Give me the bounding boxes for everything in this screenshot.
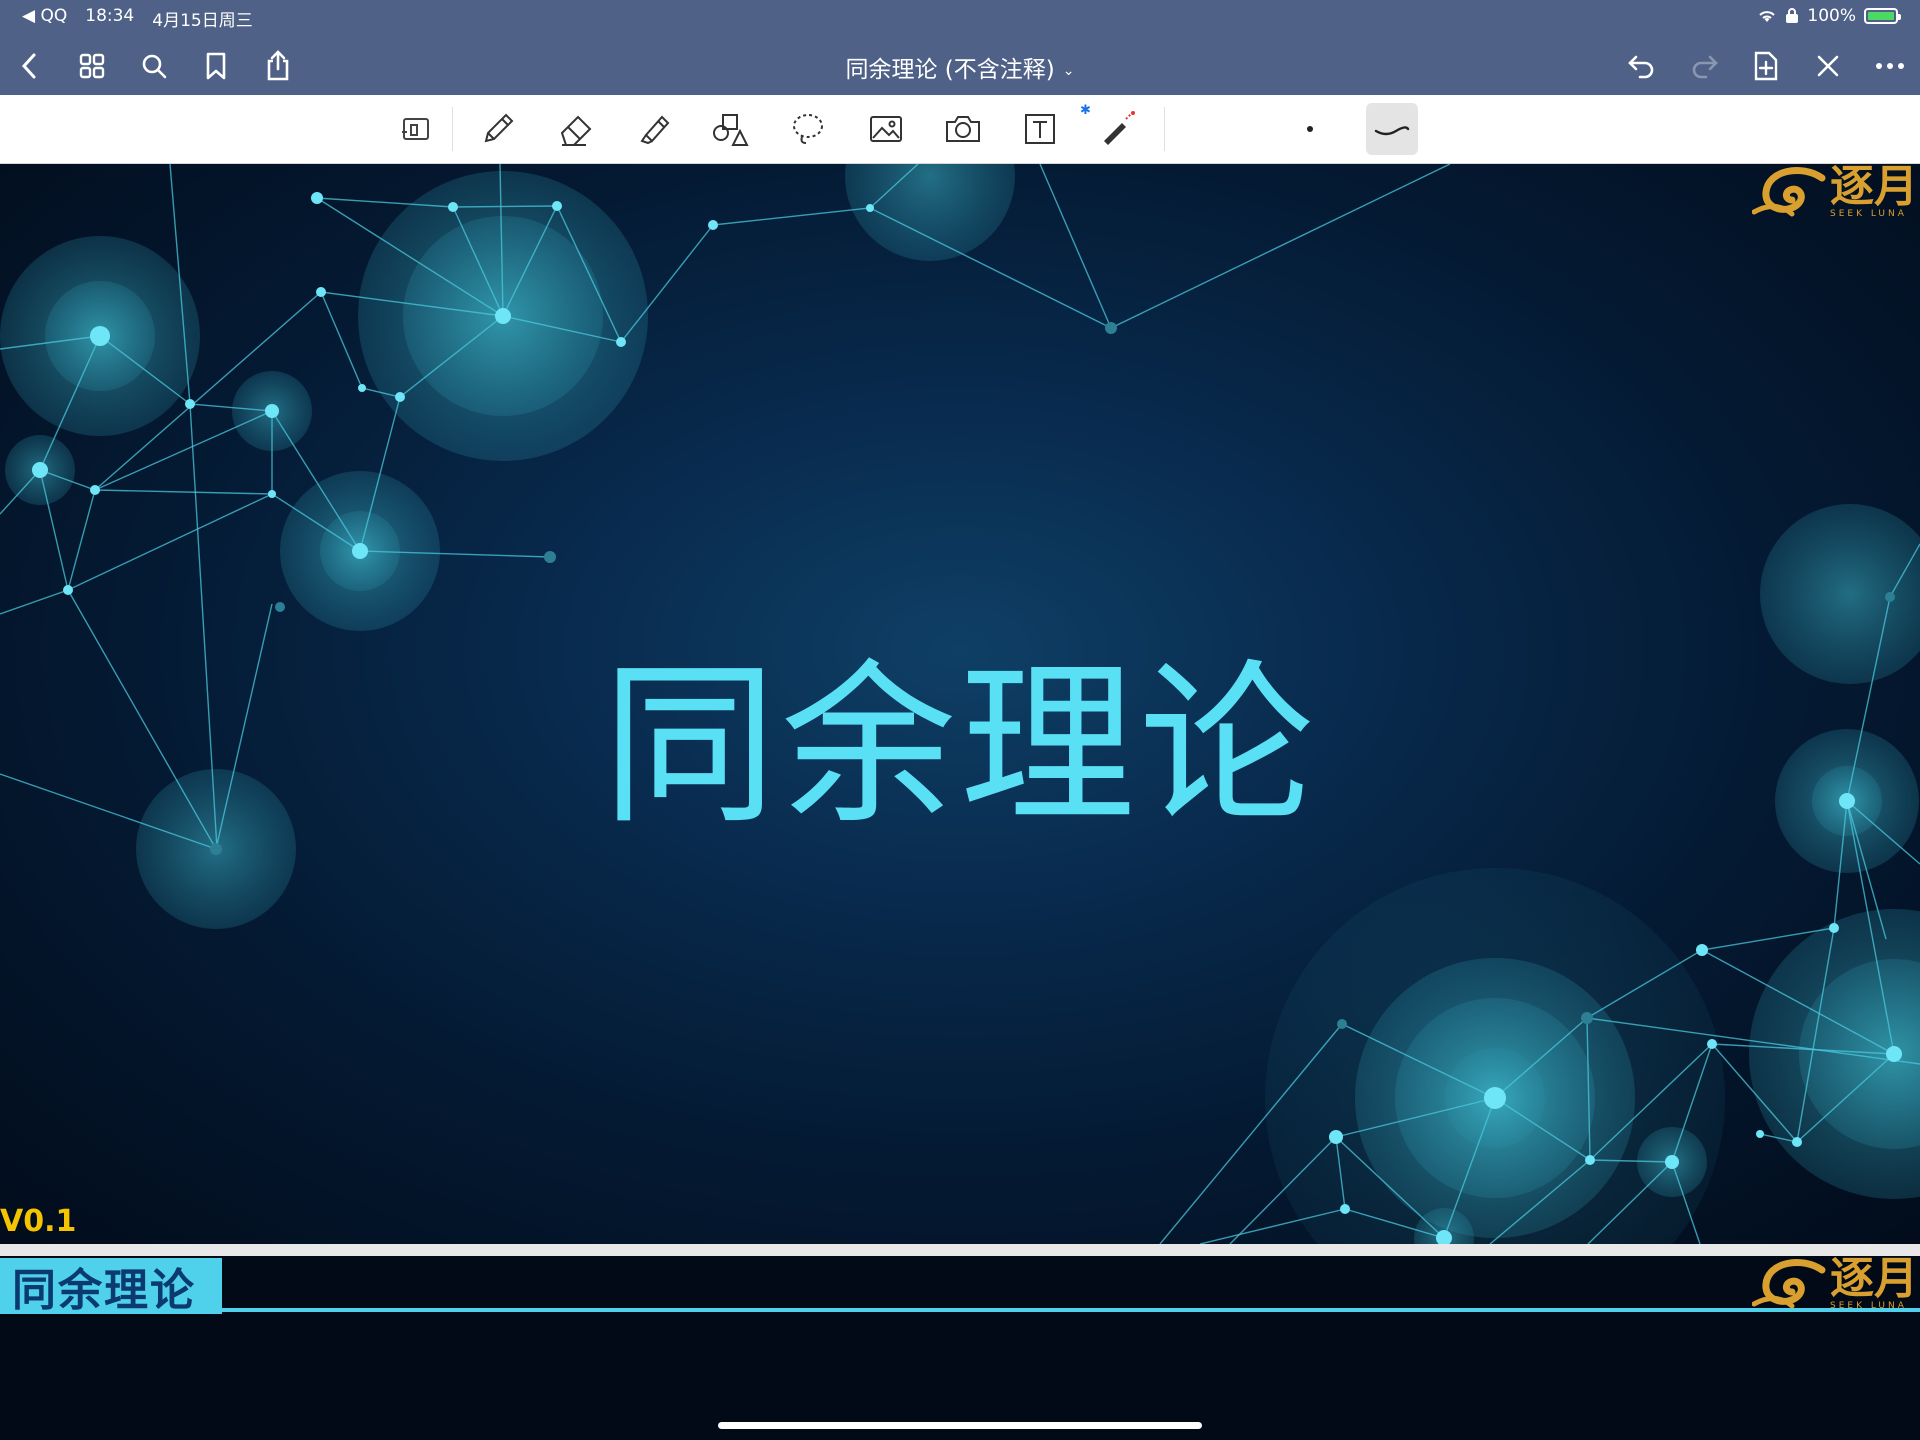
undo-icon bbox=[1628, 55, 1654, 79]
highlighter-icon bbox=[640, 115, 670, 145]
logo-chinese-text: 逐月 bbox=[1830, 164, 1918, 212]
section-header-title: 同余理论 bbox=[12, 1265, 196, 1316]
section-header-rule bbox=[222, 1308, 1920, 1312]
battery-icon bbox=[1864, 8, 1901, 24]
stroke-size-option[interactable] bbox=[1286, 105, 1334, 153]
pen-tool[interactable] bbox=[474, 105, 522, 153]
add-page-icon bbox=[1754, 51, 1778, 81]
image-tool[interactable] bbox=[862, 105, 910, 153]
eraser-icon bbox=[560, 115, 592, 146]
nav-bar: 同余理论 (不含注释) ⌄ bbox=[0, 34, 1920, 95]
home-indicator[interactable] bbox=[718, 1422, 1202, 1429]
text-tool[interactable] bbox=[1016, 105, 1064, 153]
undo-button[interactable] bbox=[1622, 46, 1662, 86]
redo-icon bbox=[1692, 55, 1718, 79]
laser-pointer-tool[interactable] bbox=[1094, 105, 1142, 153]
pen-close-icon bbox=[1817, 55, 1839, 77]
version-label: V0.1 bbox=[0, 1204, 77, 1239]
slide-title: 同余理论 bbox=[602, 645, 1318, 848]
dot-size-icon bbox=[1307, 126, 1313, 132]
shape-tool[interactable] bbox=[706, 105, 754, 153]
back-to-app-link[interactable]: ◀ QQ bbox=[22, 6, 67, 31]
swirl-logo-icon bbox=[1752, 167, 1826, 217]
logo-english-text: SEEK LUNA bbox=[1830, 209, 1907, 219]
swirl-logo-icon bbox=[1752, 1259, 1826, 1309]
top-bar: ◀ QQ 18:34 4月15日周三 100% 同余理论 (不含注释) ⌄ bbox=[0, 0, 1920, 95]
section-header-bar: 同余理论 bbox=[0, 1258, 222, 1316]
pen-icon bbox=[484, 113, 514, 143]
eraser-tool[interactable] bbox=[552, 105, 600, 153]
status-time: 18:34 bbox=[85, 6, 135, 26]
reading-mode-icon bbox=[402, 118, 429, 140]
more-button[interactable] bbox=[1870, 46, 1910, 86]
status-date: 4月15日周三 bbox=[152, 11, 253, 31]
logo-chinese-text: 逐月 bbox=[1830, 1256, 1918, 1304]
tool-bar: ✱ bbox=[0, 95, 1920, 164]
image-icon bbox=[870, 116, 902, 142]
stroke-style-icon bbox=[1374, 126, 1410, 136]
more-icon bbox=[1876, 63, 1904, 69]
bluetooth-icon: ✱ bbox=[1080, 103, 1091, 118]
toolbar-divider bbox=[1164, 107, 1165, 151]
toolbar-divider bbox=[452, 107, 453, 151]
shapes-icon bbox=[713, 114, 749, 146]
highlighter-tool[interactable] bbox=[630, 105, 678, 153]
text-box-icon bbox=[1025, 114, 1055, 144]
lasso-icon bbox=[793, 114, 823, 144]
status-bar: ◀ QQ 18:34 4月15日周三 100% bbox=[0, 0, 1920, 34]
camera-tool[interactable] bbox=[939, 105, 987, 153]
seek-luna-logo: 逐月 SEEK LUNA bbox=[1752, 164, 1918, 220]
page-divider bbox=[0, 1244, 1920, 1256]
add-page-button[interactable] bbox=[1746, 46, 1786, 86]
reading-mode-tool[interactable] bbox=[392, 105, 440, 153]
redo-button[interactable] bbox=[1684, 46, 1724, 86]
wifi-icon bbox=[1759, 11, 1776, 22]
document-title-text: 同余理论 (不含注释) bbox=[845, 57, 1055, 83]
battery-percent: 100% bbox=[1807, 6, 1856, 26]
stroke-style-option[interactable] bbox=[1366, 103, 1418, 155]
close-tools-button[interactable] bbox=[1808, 46, 1848, 86]
slide-page[interactable]: 逐月 SEEK LUNA 同余理论 V0.1 bbox=[0, 164, 1920, 1244]
camera-icon bbox=[946, 116, 980, 142]
next-slide-page[interactable]: 同余理论 逐月 SEEK LUNA bbox=[0, 1256, 1920, 1440]
chevron-down-icon: ⌄ bbox=[1062, 62, 1075, 79]
seek-luna-logo-small: 逐月 SEEK LUNA bbox=[1752, 1256, 1918, 1312]
lasso-tool[interactable] bbox=[784, 105, 832, 153]
laser-pointer-icon bbox=[1104, 111, 1135, 145]
logo-english-text: SEEK LUNA bbox=[1830, 1301, 1907, 1311]
moon-lock-icon bbox=[1786, 8, 1799, 23]
